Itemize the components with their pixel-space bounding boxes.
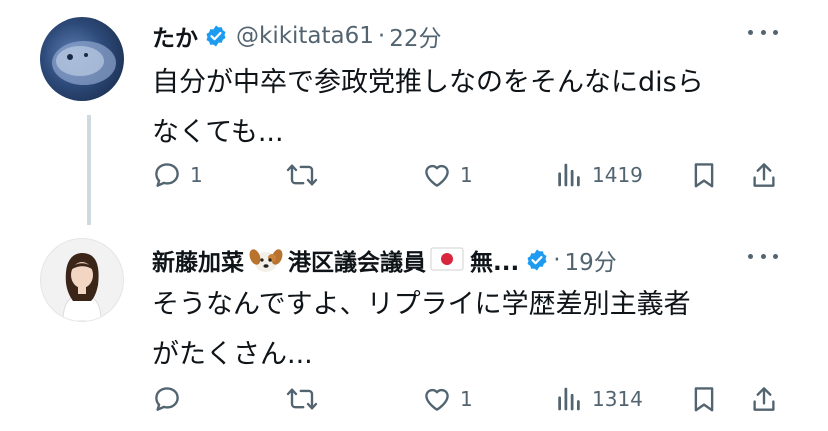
bookmark-button[interactable] bbox=[689, 380, 719, 418]
separator-dot: · bbox=[377, 23, 386, 49]
share-icon bbox=[753, 163, 775, 187]
reply-button[interactable]: 1 bbox=[152, 156, 203, 194]
views-icon bbox=[558, 163, 580, 187]
thread-line bbox=[87, 115, 91, 225]
views-count: 1314 bbox=[592, 387, 643, 411]
bookmark-icon bbox=[694, 163, 714, 188]
reply-icon bbox=[155, 387, 179, 411]
like-count: 1 bbox=[460, 163, 473, 187]
verified-badge-icon bbox=[204, 24, 228, 48]
like-icon bbox=[425, 164, 449, 187]
more-icon[interactable] bbox=[748, 246, 778, 266]
share-icon bbox=[753, 387, 775, 411]
tweet-header: 新藤加菜 港区議会議員 無... · 19分 bbox=[152, 240, 617, 280]
retweet-button[interactable] bbox=[285, 156, 327, 194]
action-bar: 1 1314 bbox=[152, 380, 792, 418]
views-icon bbox=[558, 387, 580, 411]
like-count: 1 bbox=[460, 387, 473, 411]
tweet-header: たか @kikitata61 · 22分 bbox=[152, 16, 442, 56]
reply-count: 1 bbox=[190, 163, 203, 187]
separator-dot: · bbox=[553, 247, 561, 273]
reply-button[interactable] bbox=[152, 380, 190, 418]
tweet-text: そうなんですよ、リプライに学歴差別主義者 がたくさん... bbox=[152, 280, 782, 380]
display-name-truncated[interactable]: 無... bbox=[470, 243, 519, 277]
tweet-text-line: そうなんですよ、リプライに学歴差別主義者 bbox=[152, 289, 691, 320]
tweet-text-line: 自分が中卒で参政党推しなのをそんなにdisら bbox=[152, 67, 704, 98]
like-button[interactable]: 1 bbox=[422, 380, 473, 418]
japan-flag-emoji-icon bbox=[430, 246, 466, 274]
retweet-button[interactable] bbox=[285, 380, 327, 418]
display-name-title[interactable]: 港区議会議員 bbox=[288, 243, 426, 277]
action-bar: 1 1 1419 bbox=[152, 156, 792, 194]
retweet-icon bbox=[286, 388, 318, 410]
more-icon[interactable] bbox=[748, 22, 778, 42]
share-button[interactable] bbox=[749, 380, 779, 418]
display-name[interactable]: 新藤加菜 bbox=[152, 243, 244, 277]
timestamp[interactable]: 19分 bbox=[565, 243, 617, 277]
display-name[interactable]: たか bbox=[152, 19, 198, 53]
share-button[interactable] bbox=[749, 156, 779, 194]
tweet[interactable]: たか @kikitata61 · 22分 自分が中卒で参政党推しなのをそんなにd… bbox=[0, 0, 828, 225]
verified-badge-icon bbox=[525, 248, 549, 272]
views-button[interactable]: 1314 bbox=[554, 380, 643, 418]
like-button[interactable]: 1 bbox=[422, 156, 473, 194]
bookmark-button[interactable] bbox=[689, 156, 719, 194]
handle[interactable]: @kikitata61 bbox=[236, 23, 374, 49]
tweet-text: 自分が中卒で参政党推しなのをそんなにdisら なくても... bbox=[152, 58, 782, 158]
avatar[interactable] bbox=[40, 17, 124, 101]
views-button[interactable]: 1419 bbox=[554, 156, 643, 194]
bookmark-icon bbox=[694, 387, 714, 412]
reply-icon bbox=[155, 163, 179, 187]
retweet-icon bbox=[286, 164, 318, 186]
avatar[interactable] bbox=[40, 238, 124, 322]
like-icon bbox=[425, 388, 449, 411]
timestamp[interactable]: 22分 bbox=[389, 19, 441, 53]
tweet-text-line: がたくさん... bbox=[152, 339, 313, 370]
views-count: 1419 bbox=[592, 163, 643, 187]
tweet-text-line: なくても... bbox=[152, 117, 284, 148]
dog-emoji-icon bbox=[248, 246, 284, 274]
tweet[interactable]: 新藤加菜 港区議会議員 無... · 19分 そうなんですよ、リプライに学歴差別… bbox=[0, 220, 828, 431]
